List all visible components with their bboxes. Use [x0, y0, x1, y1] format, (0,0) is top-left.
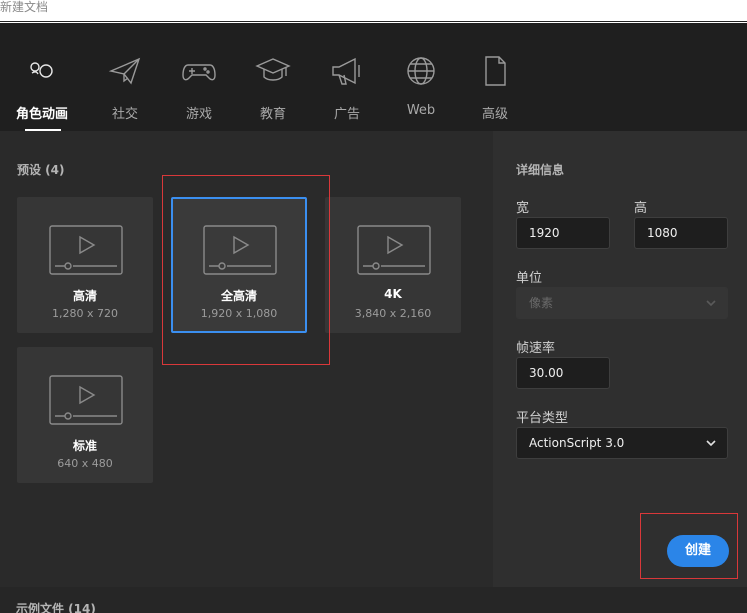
preset-name: 高清 — [72, 289, 97, 303]
details-panel: 详细信息 宽 1920 高 1080 单位 像素 帧速率 30.00 平台类型 … — [493, 131, 747, 587]
globe-icon — [403, 53, 439, 89]
height-label: 高 — [634, 201, 648, 216]
graduation-cap-icon — [255, 53, 291, 89]
preset-dimensions: 1,920 x 1,080 — [200, 307, 278, 320]
preset-dimensions: 640 x 480 — [57, 457, 113, 470]
category-tabs: 角色动画 社交 游戏 教育 广告 Web 高级 — [0, 23, 747, 131]
tab-social[interactable]: 社交 — [90, 53, 160, 131]
fps-label: 帧速率 — [516, 341, 556, 356]
tab-character-animation[interactable]: 角色动画 — [7, 53, 77, 131]
create-button[interactable]: 创建 — [667, 535, 729, 567]
preset-card-standard[interactable]: 标准 640 x 480 — [17, 347, 153, 483]
preset-card-hd[interactable]: 高清 1,280 x 720 — [17, 197, 153, 333]
tab-label: 广告 — [333, 107, 360, 122]
unit-value: 像素 — [529, 296, 554, 310]
preset-name: 标准 — [72, 439, 97, 453]
samples-section: 示例文件 (14) — [0, 587, 747, 613]
chevron-down-icon — [706, 300, 716, 307]
width-label: 宽 — [516, 201, 530, 216]
platform-label: 平台类型 — [516, 411, 569, 426]
gamepad-icon — [181, 53, 217, 89]
video-thumbnail-icon — [203, 225, 277, 275]
preset-card-full-hd[interactable]: 全高清 1,920 x 1,080 — [171, 197, 307, 333]
tab-game[interactable]: 游戏 — [164, 53, 234, 131]
presets-heading: 预设 (4) — [17, 163, 65, 177]
preset-card-4k[interactable]: 4K 3,840 x 2,160 — [325, 197, 461, 333]
tab-education[interactable]: 教育 — [238, 53, 308, 131]
preset-dimensions: 1,280 x 720 — [52, 307, 118, 320]
platform-select[interactable]: ActionScript 3.0 — [516, 427, 728, 459]
presets-panel: 预设 (4) 高清 1,280 x 720 全高清 1,920 x 1,080 … — [0, 131, 493, 587]
tab-advertising[interactable]: 广告 — [312, 53, 382, 131]
new-document-dialog: 角色动画 社交 游戏 教育 广告 Web 高级 预设 (4) 高清 1,280 … — [0, 23, 747, 613]
platform-value: ActionScript 3.0 — [529, 436, 625, 450]
preset-name: 4K — [384, 287, 402, 301]
character-animation-icon — [24, 53, 60, 89]
video-thumbnail-icon — [49, 225, 123, 275]
tab-advanced[interactable]: 高级 — [460, 53, 530, 131]
width-field[interactable]: 1920 — [516, 217, 610, 249]
megaphone-icon — [329, 53, 365, 89]
title-bar: 新建文档 — [0, 0, 747, 22]
chevron-down-icon — [706, 440, 716, 447]
height-field[interactable]: 1080 — [634, 217, 728, 249]
document-icon — [477, 53, 513, 89]
preset-name: 全高清 — [220, 289, 257, 303]
tab-label: Web — [406, 103, 436, 118]
video-thumbnail-icon — [357, 225, 431, 275]
preset-dimensions: 3,840 x 2,160 — [354, 307, 432, 320]
tab-web[interactable]: Web — [386, 53, 456, 131]
fps-field[interactable]: 30.00 — [516, 357, 610, 389]
unit-select[interactable]: 像素 — [516, 287, 728, 319]
unit-label: 单位 — [516, 271, 543, 286]
window-title: 新建文档 — [0, 0, 49, 14]
samples-heading: 示例文件 (14) — [16, 602, 96, 613]
tab-label: 角色动画 — [15, 107, 68, 122]
tab-label: 教育 — [259, 107, 286, 122]
details-heading: 详细信息 — [516, 163, 565, 177]
paper-plane-icon — [107, 53, 143, 89]
video-thumbnail-icon — [49, 375, 123, 425]
tab-label: 高级 — [481, 107, 508, 122]
tab-label: 游戏 — [185, 107, 212, 122]
tab-label: 社交 — [111, 107, 138, 122]
